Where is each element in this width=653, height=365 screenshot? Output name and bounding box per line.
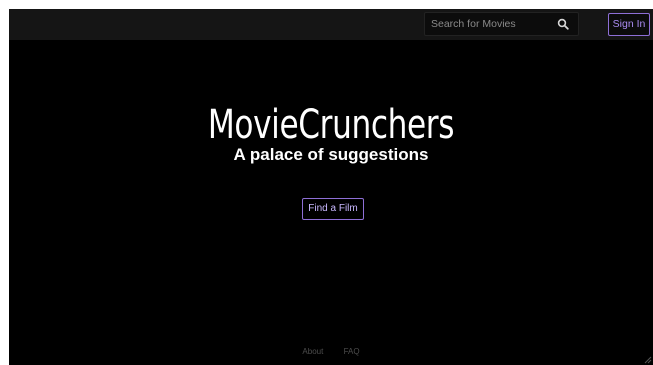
search-icon[interactable] (557, 18, 569, 30)
footer-link-about[interactable]: About (302, 347, 323, 356)
find-a-film-button[interactable]: Find a Film (302, 198, 364, 220)
top-navbar: Sign In (9, 9, 653, 40)
sign-in-button[interactable]: Sign In (608, 13, 650, 36)
page-viewport: Sign In MovieCrunchers A palace of sugge… (9, 9, 653, 365)
site-tagline: A palace of suggestions (233, 145, 429, 164)
resize-grip-icon[interactable] (644, 356, 652, 364)
footer-links: About FAQ (9, 347, 653, 356)
search-box[interactable] (424, 12, 579, 36)
site-title: MovieCrunchers (207, 102, 455, 148)
search-input[interactable] (431, 16, 551, 32)
footer-link-faq[interactable]: FAQ (344, 347, 360, 356)
